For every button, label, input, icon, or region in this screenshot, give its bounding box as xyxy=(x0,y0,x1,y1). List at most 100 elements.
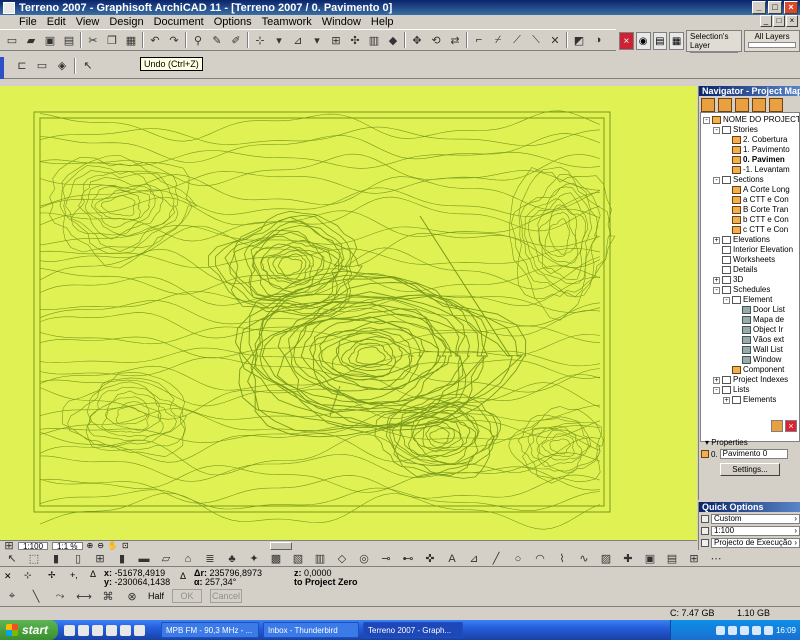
suspend-groups-icon[interactable]: ⊿ xyxy=(290,32,306,48)
scale-field[interactable]: 1:100 xyxy=(18,541,49,550)
close-coord-icon[interactable]: ✕ xyxy=(4,571,12,582)
grid-snap-icon[interactable]: ⊞ xyxy=(328,32,344,48)
tree-item[interactable]: Window xyxy=(733,355,781,365)
cut-icon[interactable]: ✂ xyxy=(85,32,101,48)
beam-icon[interactable]: ▬ xyxy=(136,551,152,567)
taskbar-item-archicad[interactable]: Terreno 2007 - Graph... xyxy=(363,622,463,638)
tree-item[interactable]: Wall List xyxy=(733,345,783,355)
menu-design[interactable]: Design xyxy=(104,16,148,28)
start-button[interactable]: start xyxy=(0,620,58,640)
grid-origin-icon[interactable]: ⊹ xyxy=(24,570,32,581)
tree-item[interactable]: - Schedules xyxy=(713,285,770,295)
tree-item[interactable]: Mapa de xyxy=(733,315,784,325)
magnet-icon[interactable]: ⊗ xyxy=(124,588,140,604)
wand-trace-icon[interactable]: ⤳ xyxy=(52,588,68,604)
menu-document[interactable]: Document xyxy=(149,16,209,28)
marquee-icon[interactable]: ⬚ xyxy=(26,551,42,567)
tree-item[interactable]: Interior Elevation xyxy=(713,245,793,255)
layer-close-icon[interactable]: × xyxy=(619,32,634,50)
menu-options[interactable]: Options xyxy=(209,16,257,28)
rectangle-method-icon[interactable]: ▭ xyxy=(34,58,50,74)
publisher-icon[interactable] xyxy=(752,98,766,112)
eraser-icon[interactable]: ◈ xyxy=(54,58,70,74)
tree-item[interactable]: + Elevations xyxy=(713,235,770,245)
doc-close-button[interactable]: × xyxy=(786,15,798,27)
close-button[interactable]: × xyxy=(784,1,798,14)
trace-icon[interactable]: ⌖ xyxy=(4,588,20,604)
tree-item[interactable]: - Stories xyxy=(713,125,758,135)
messenger-icon[interactable] xyxy=(106,624,117,636)
tree-item[interactable]: + Elements xyxy=(723,395,776,405)
collapse-icon[interactable]: - xyxy=(713,126,720,134)
label-icon[interactable]: ⊿ xyxy=(466,551,482,567)
new-file-icon[interactable]: ▭ xyxy=(4,32,20,48)
pan-icon[interactable]: ✋ xyxy=(108,541,118,550)
rotate-icon[interactable]: ⟲ xyxy=(428,32,444,48)
collapse-icon[interactable]: - xyxy=(703,116,710,124)
menu-file[interactable]: File xyxy=(14,16,42,28)
menu-teamwork[interactable]: Teamwork xyxy=(257,16,317,28)
tree-item[interactable]: 0. Pavimen xyxy=(723,155,785,165)
menu-view[interactable]: View xyxy=(71,16,105,28)
menu-edit[interactable]: Edit xyxy=(42,16,71,28)
3d-window-icon[interactable]: ◩ xyxy=(571,32,587,48)
taskbar-item-thunderbird[interactable]: Inbox - Thunderbird xyxy=(263,622,359,638)
zoom-field[interactable]: 1:1 % xyxy=(52,541,83,550)
tree-item[interactable]: b CTT e Con xyxy=(723,215,789,225)
section-icon[interactable]: ⊸ xyxy=(378,551,394,567)
zoom-in-icon[interactable]: ⊕ xyxy=(87,541,94,550)
curtain-wall-icon[interactable]: ▥ xyxy=(312,551,328,567)
all-layers-button[interactable]: All Layers xyxy=(744,30,800,52)
toolbar-grip[interactable] xyxy=(0,57,4,79)
dropdown-arrow-icon[interactable]: ▾ xyxy=(271,32,287,48)
menu-window[interactable]: Window xyxy=(317,16,366,28)
tree-item[interactable]: Details xyxy=(713,265,757,275)
ok-button[interactable]: OK xyxy=(172,589,203,603)
minimize-button[interactable]: _ xyxy=(752,1,766,14)
tree-item[interactable]: A Corte Long xyxy=(723,185,790,195)
layer-combo-icon[interactable]: ▥ xyxy=(366,32,382,48)
messenger-tray-icon[interactable] xyxy=(751,625,761,635)
snap-guides-icon[interactable]: ⊹ xyxy=(252,32,268,48)
tree-item[interactable]: + Project Indexes xyxy=(713,375,788,385)
tree-item[interactable]: - Lists xyxy=(713,385,749,395)
zone-icon[interactable]: ▧ xyxy=(290,551,306,567)
spline-icon[interactable]: ∿ xyxy=(576,551,592,567)
scale-option[interactable]: 1:100 › xyxy=(699,525,800,536)
door-icon[interactable]: ▯ xyxy=(70,551,86,567)
split-icon[interactable]: ⟋ xyxy=(509,32,525,48)
lamp-icon[interactable]: ✦ xyxy=(246,551,262,567)
tree-item[interactable]: Vãos ext xyxy=(733,335,784,345)
figure-icon[interactable]: ▣ xyxy=(642,551,658,567)
explorer-icon[interactable] xyxy=(134,624,145,636)
roof-icon[interactable]: ⌂ xyxy=(180,551,196,567)
redo-icon[interactable]: ↷ xyxy=(166,32,182,48)
model-view-option[interactable]: Custom › xyxy=(699,513,800,524)
navigator-title[interactable]: Navigator - Project Map ▾ xyxy=(699,86,800,96)
collapse-icon[interactable]: - xyxy=(723,296,730,304)
collapse-icon[interactable]: - xyxy=(713,286,720,294)
new-folder-icon[interactable] xyxy=(771,420,783,432)
horizontal-scrollbar-thumb[interactable] xyxy=(270,542,292,550)
tree-item[interactable]: -1. Levantam xyxy=(723,165,790,175)
dimension-icon[interactable]: ⟷ xyxy=(76,588,92,604)
tree-item[interactable]: - Element xyxy=(723,295,772,305)
network-icon[interactable] xyxy=(715,625,725,635)
tree-item[interactable]: - Sections xyxy=(713,175,764,185)
layer-settings-icon[interactable]: ▦ xyxy=(669,32,684,50)
arc-icon[interactable]: ◠ xyxy=(532,551,548,567)
delete-item-icon[interactable]: × xyxy=(785,420,797,432)
geometry-method-icon[interactable]: ⊏ xyxy=(14,58,30,74)
magic-wand-icon[interactable]: ✎ xyxy=(209,32,225,48)
wall-icon[interactable]: ▮ xyxy=(48,551,64,567)
fill-icon[interactable]: ▨ xyxy=(598,551,614,567)
grid-tool-icon[interactable]: ⊞ xyxy=(686,551,702,567)
skylight-icon[interactable]: ◇ xyxy=(334,551,350,567)
menu-help[interactable]: Help xyxy=(366,16,399,28)
expand-icon[interactable]: + xyxy=(713,236,720,244)
circle-icon[interactable]: ○ xyxy=(510,551,526,567)
organizer-icon[interactable] xyxy=(769,98,783,112)
tree-item[interactable]: a CTT e Con xyxy=(723,195,789,205)
slab-icon[interactable]: ▱ xyxy=(158,551,174,567)
view-settings-icon[interactable]: ⊞ xyxy=(4,540,14,552)
